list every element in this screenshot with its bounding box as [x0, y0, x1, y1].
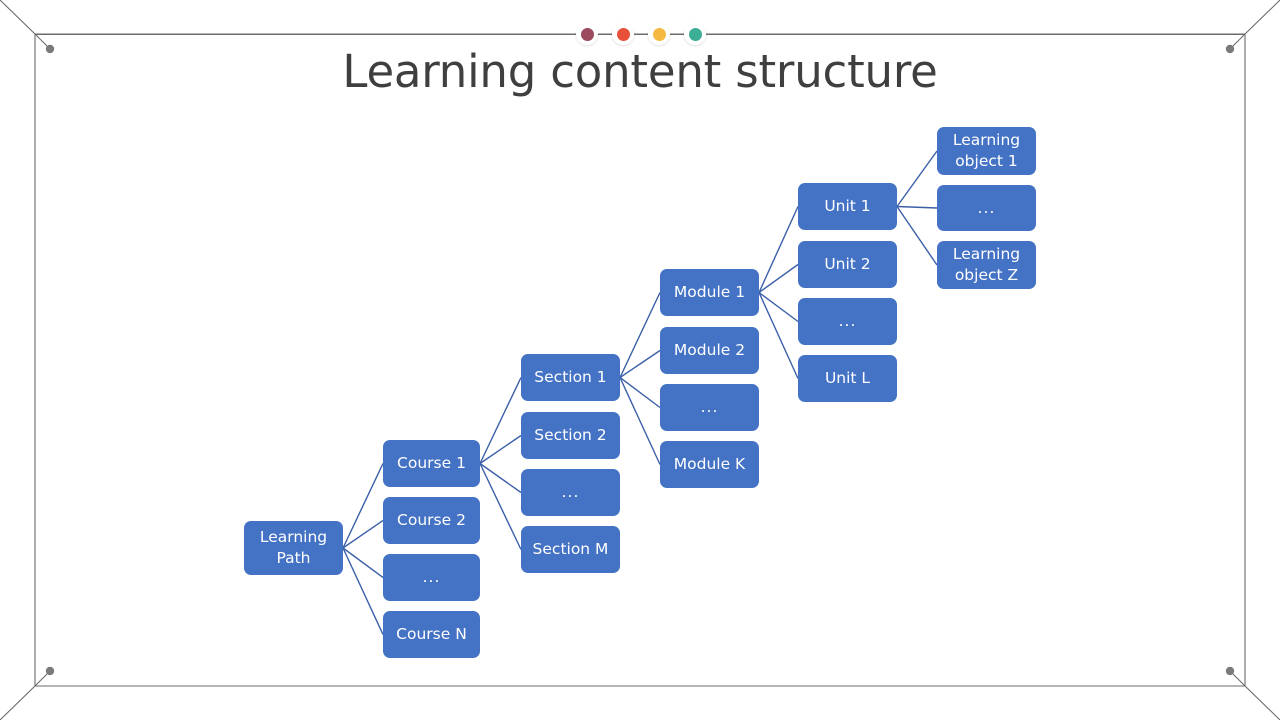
connector-c1-to-sM: [479, 463, 522, 550]
node-label: ...: [561, 483, 580, 501]
connector-u1-to-lo1: [896, 150, 938, 207]
hierarchy-diagram: Learning Path Course 1 Course 2... Course N…: [0, 0, 1280, 720]
connector-s1-to-m3: [619, 376, 661, 409]
node-label: Module 1: [673, 283, 746, 301]
connector-m1-to-u1: [758, 206, 799, 293]
node-u3[interactable]: ...: [798, 298, 897, 345]
node-m1[interactable]: Module 1: [660, 269, 759, 316]
node-label: Unit L: [824, 369, 871, 387]
node-s2[interactable]: Section 2: [521, 412, 620, 459]
node-mK[interactable]: Module K: [660, 441, 759, 488]
node-label: ...: [700, 398, 719, 416]
node-label: Section 1: [534, 368, 607, 386]
node-c2[interactable]: Course 2: [383, 497, 480, 544]
node-label: Module 2: [673, 341, 746, 359]
node-loZ[interactable]: Learning object Z: [937, 241, 1036, 289]
diagram-connectors: [342, 150, 938, 635]
connector-u1-to-loZ: [896, 206, 938, 266]
node-label: Learning Path: [259, 528, 328, 567]
node-label: ...: [977, 198, 996, 217]
connector-s1-to-mK: [619, 377, 661, 465]
node-label: Course N: [396, 625, 467, 643]
node-label: Section 2: [534, 426, 607, 444]
node-lo1[interactable]: Learning object 1: [937, 127, 1036, 175]
node-label: Section M: [532, 540, 609, 558]
node-lo2[interactable]: ...: [937, 185, 1036, 231]
node-c3[interactable]: ...: [383, 554, 480, 601]
node-lp[interactable]: Learning Path: [244, 521, 343, 575]
node-label: ...: [838, 312, 857, 330]
node-c1[interactable]: Course 1: [383, 440, 480, 487]
node-label: Course 1: [397, 454, 466, 472]
node-label: Unit 1: [824, 197, 871, 215]
node-cN[interactable]: Course N: [383, 611, 480, 658]
node-m3[interactable]: ...: [660, 384, 759, 431]
connector-u1-to-lo2: [896, 205, 938, 209]
connector-lp-to-cN: [342, 547, 384, 635]
node-label: Learning object 1: [952, 131, 1021, 170]
connector-lp-to-c3: [342, 547, 384, 579]
node-s1[interactable]: Section 1: [521, 354, 620, 401]
node-label: Course 2: [397, 511, 466, 529]
node-label: ...: [422, 568, 441, 586]
node-label: Learning object Z: [952, 245, 1021, 284]
node-label: Module K: [673, 455, 746, 473]
connector-m1-to-uL: [758, 292, 799, 379]
node-label: Unit 2: [824, 255, 871, 273]
connector-c1-to-s1: [479, 377, 522, 464]
node-sM[interactable]: Section M: [521, 526, 620, 573]
node-u2[interactable]: Unit 2: [798, 241, 897, 288]
connector-lp-to-c1: [342, 463, 384, 549]
node-m2[interactable]: Module 2: [660, 327, 759, 374]
node-u1[interactable]: Unit 1: [798, 183, 897, 230]
slide-canvas: Learning content structure Learning Path…: [0, 0, 1280, 720]
node-s3[interactable]: ...: [521, 469, 620, 516]
node-uL[interactable]: Unit L: [798, 355, 897, 402]
